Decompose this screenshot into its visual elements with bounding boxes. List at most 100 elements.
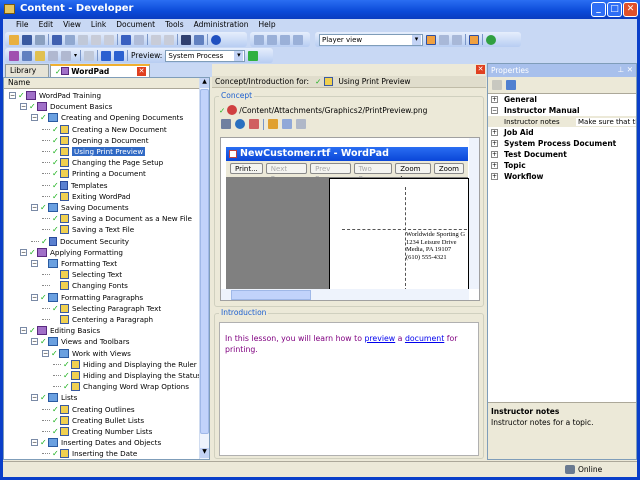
- check-in-icon[interactable]: [254, 34, 264, 45]
- redo-icon[interactable]: [134, 34, 144, 45]
- tab-library[interactable]: Library: [5, 64, 49, 77]
- refresh-icon[interactable]: [486, 34, 496, 45]
- tree-item[interactable]: ✓ Hiding and Displaying the Ruler: [53, 359, 197, 370]
- indent-icon[interactable]: [151, 34, 161, 45]
- collapse-icon[interactable]: −: [20, 103, 27, 111]
- collapse-icon[interactable]: −: [42, 349, 49, 357]
- save-icon[interactable]: [22, 34, 32, 45]
- properties-pane-icon[interactable]: [469, 34, 479, 45]
- pin-icon[interactable]: ⊥: [617, 65, 624, 74]
- maximize-button[interactable]: □: [607, 2, 622, 17]
- tree-item[interactable]: ✓ Using Print Preview: [42, 146, 146, 157]
- scroll-thumb[interactable]: [231, 290, 311, 300]
- tree-item[interactable]: ✓ Saving a Text File: [42, 224, 134, 235]
- tree-item[interactable]: ✓ Creating a New Document: [42, 124, 167, 135]
- check-out-icon[interactable]: [267, 34, 277, 45]
- spellcheck-icon[interactable]: [194, 34, 204, 45]
- collapse-icon[interactable]: −: [31, 439, 38, 447]
- collapse-icon[interactable]: −: [20, 248, 27, 256]
- menu-file[interactable]: File: [11, 19, 34, 31]
- tree-scrollbar[interactable]: ▲ ▼: [199, 78, 209, 459]
- image-icon[interactable]: [249, 119, 259, 129]
- collapse-icon[interactable]: −: [31, 293, 38, 301]
- tree-item[interactable]: − ✓ Work with Views: [42, 348, 131, 359]
- settings-icon[interactable]: [84, 50, 95, 61]
- print-preview-icon[interactable]: [35, 34, 45, 45]
- tree-item[interactable]: − ✓ Creating and Opening Documents: [31, 112, 183, 123]
- layout-3-icon[interactable]: [452, 34, 462, 45]
- tree-item[interactable]: ✓ Printing a Document: [42, 168, 146, 179]
- properties-icon[interactable]: [104, 34, 114, 45]
- menu-help[interactable]: Help: [254, 19, 281, 31]
- preview-link[interactable]: preview: [364, 334, 395, 343]
- tree-item[interactable]: Changing Fonts: [42, 280, 128, 291]
- document-icon[interactable]: [48, 50, 58, 61]
- expand-icon[interactable]: +: [491, 129, 498, 136]
- tree-item[interactable]: ✓ Creating Bullet Lists: [42, 415, 144, 426]
- scroll-up-icon[interactable]: ▲: [200, 78, 209, 88]
- tree-item[interactable]: Centering a Paragraph: [42, 314, 153, 325]
- question-icon[interactable]: [61, 50, 71, 61]
- attachment-path[interactable]: /Content/Attachments/Graphics2/PrintPrev…: [239, 106, 427, 115]
- paste-icon[interactable]: [78, 34, 88, 45]
- tree-item[interactable]: ✓ Creating Outlines: [42, 404, 135, 415]
- tree-item[interactable]: ✓ Changing Word Wrap Options: [53, 381, 189, 392]
- collapse-icon[interactable]: −: [31, 204, 38, 211]
- new-chapter-icon[interactable]: [22, 50, 32, 61]
- minimize-button[interactable]: _: [591, 2, 606, 17]
- help-icon[interactable]: [211, 34, 221, 45]
- expand-icon[interactable]: +: [491, 162, 498, 169]
- web-icon[interactable]: [235, 119, 245, 129]
- column-header-name[interactable]: Name: [4, 78, 209, 89]
- property-category[interactable]: − Instructor Manual: [488, 105, 636, 116]
- tree-item[interactable]: − ✓ WordPad Training: [9, 90, 101, 101]
- collapse-icon[interactable]: −: [491, 107, 498, 114]
- collapse-icon[interactable]: −: [20, 327, 27, 335]
- new-book-icon[interactable]: [9, 50, 19, 61]
- tree-item[interactable]: − ✓ Saving Documents: [31, 202, 129, 213]
- menu-view[interactable]: View: [58, 19, 86, 31]
- menu-edit[interactable]: Edit: [34, 19, 59, 31]
- copy-icon[interactable]: [65, 34, 75, 45]
- expand-icon[interactable]: +: [491, 140, 498, 147]
- cut-icon[interactable]: [52, 34, 62, 45]
- tree-item[interactable]: ✓ Inserting the Date: [42, 448, 137, 459]
- categorized-icon[interactable]: [492, 80, 502, 90]
- layout-2-icon[interactable]: [439, 34, 449, 45]
- collapse-icon[interactable]: −: [31, 338, 38, 346]
- menu-administration[interactable]: Administration: [189, 19, 254, 31]
- property-row[interactable]: Instructor notes Make sure that the prin.…: [488, 116, 636, 127]
- menu-document[interactable]: Document: [111, 19, 160, 31]
- find-icon[interactable]: [181, 34, 191, 45]
- collapse-icon[interactable]: −: [31, 114, 38, 122]
- edit-icon[interactable]: [268, 119, 278, 129]
- tree-item[interactable]: − ✓ Document Basics: [20, 101, 112, 112]
- tree-item[interactable]: − Formatting Text: [31, 258, 117, 269]
- scroll-thumb[interactable]: [200, 89, 209, 434]
- expand-icon[interactable]: +: [491, 173, 498, 180]
- collapse-icon[interactable]: −: [31, 394, 38, 402]
- sort-alpha-icon[interactable]: [506, 80, 516, 90]
- tree-item[interactable]: ✓ Saving a Document as a New File: [42, 213, 192, 224]
- property-category[interactable]: + Test Document: [488, 149, 636, 160]
- settings-icon[interactable]: [282, 119, 292, 129]
- horizontal-scrollbar[interactable]: [221, 289, 469, 300]
- property-category[interactable]: + Job Aid: [488, 127, 636, 138]
- tab-wordpad-training[interactable]: ✓WordPad Training ✕: [50, 64, 150, 85]
- close-button[interactable]: ✕: [623, 2, 638, 17]
- tree-item[interactable]: ✓ Templates: [42, 180, 108, 191]
- go-icon[interactable]: [248, 50, 259, 61]
- close-icon[interactable]: ✕: [627, 65, 633, 74]
- outdent-icon[interactable]: [164, 34, 174, 45]
- view-select[interactable]: Player view: [319, 33, 423, 46]
- move-up-icon[interactable]: [101, 50, 112, 61]
- introduction-text[interactable]: In this lesson, you will learn how to pr…: [219, 322, 479, 456]
- tree-item[interactable]: − ✓ Inserting Dates and Objects: [31, 437, 161, 448]
- tree-item[interactable]: − ✓ Applying Formatting: [20, 247, 123, 258]
- preview-icon[interactable]: [296, 119, 306, 129]
- tree-item[interactable]: − ✓ Editing Basics: [20, 325, 100, 336]
- sync-icon[interactable]: [280, 34, 290, 45]
- property-category[interactable]: + General: [488, 94, 636, 105]
- property-category[interactable]: + System Process Document: [488, 138, 636, 149]
- delete-icon[interactable]: [91, 34, 101, 45]
